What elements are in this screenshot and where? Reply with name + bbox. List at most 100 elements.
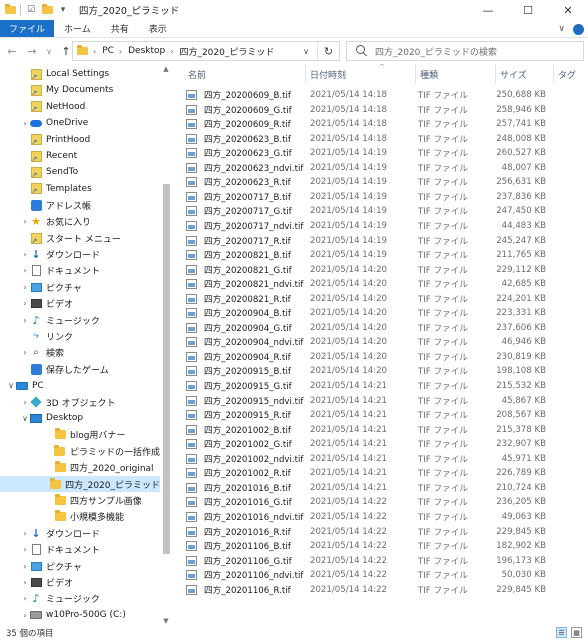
sidebar-item[interactable]: 四方_2020_original <box>0 460 160 476</box>
sidebar-item[interactable]: › ドキュメント <box>0 542 160 558</box>
sidebar-item[interactable]: › ↓ ダウンロード <box>0 525 160 541</box>
close-button[interactable]: ✕ <box>548 0 588 20</box>
chevron-right-icon[interactable]: › <box>93 47 96 56</box>
maximize-button[interactable]: ☐ <box>508 0 548 20</box>
expand-ribbon-icon[interactable]: ∨ <box>558 24 565 34</box>
tab-home[interactable]: ホーム <box>54 20 101 37</box>
tab-view[interactable]: 表示 <box>139 20 177 37</box>
search-placeholder[interactable]: 四方_2020_ピラミッドの検索 <box>375 45 497 58</box>
file-row[interactable]: 四方_20201016_ndvi.tif 2021/05/14 14:22 TIF … <box>180 510 580 524</box>
sidebar-item[interactable]: アドレス帳 <box>0 197 160 213</box>
file-row[interactable]: 四方_20200623_B.tif 2021/05/14 14:18 TIF ファイ… <box>180 132 580 146</box>
file-row[interactable]: 四方_20200915_ndvi.tif 2021/05/14 14:21 TIF … <box>180 394 580 408</box>
sidebar-item[interactable]: › ♪ ミュージック <box>0 591 160 607</box>
chevron-down-icon[interactable]: ∨ <box>20 414 30 423</box>
file-row[interactable]: 四方_20201106_G.tif 2021/05/14 14:22 TIF ファイ… <box>180 554 580 568</box>
scrollbar-thumb[interactable] <box>163 184 170 554</box>
sidebar-item[interactable]: › ピクチャ <box>0 279 160 295</box>
breadcrumb-desktop[interactable]: Desktop <box>128 46 165 56</box>
sidebar-item[interactable]: blog用バナー <box>0 427 160 443</box>
sidebar-item[interactable]: › w10Pro-500G (C:) <box>0 607 160 623</box>
column-header-type[interactable]: 種類 <box>416 64 496 84</box>
sidebar-item[interactable]: Recent <box>0 148 160 164</box>
chevron-right-icon[interactable]: › <box>20 529 30 538</box>
chevron-right-icon[interactable]: › <box>20 562 30 571</box>
file-row[interactable]: 四方_20201002_R.tif 2021/05/14 14:21 TIF ファイ… <box>180 466 580 480</box>
navigation-pane[interactable]: Local Settings My Documents NetHood › OneDri… <box>0 64 172 626</box>
sidebar-item[interactable]: › ピクチャ <box>0 558 160 574</box>
file-row[interactable]: 四方_20200915_G.tif 2021/05/14 14:21 TIF ファイ… <box>180 379 580 393</box>
file-row[interactable]: 四方_20200821_R.tif 2021/05/14 14:20 TIF ファイ… <box>180 292 580 306</box>
file-row[interactable]: 四方_20200821_ndvi.tif 2021/05/14 14:20 TIF … <box>180 277 580 291</box>
chevron-right-icon[interactable]: › <box>20 119 30 128</box>
sidebar-item[interactable]: › ♪ ミュージック <box>0 312 160 328</box>
chevron-right-icon[interactable]: › <box>20 266 30 275</box>
file-row[interactable]: 四方_20200609_R.tif 2021/05/14 14:18 TIF ファイ… <box>180 117 580 131</box>
file-row[interactable]: 四方_20201016_G.tif 2021/05/14 14:22 TIF ファイ… <box>180 495 580 509</box>
sidebar-item[interactable]: スタート メニュー <box>0 230 160 246</box>
file-row[interactable]: 四方_20200821_G.tif 2021/05/14 14:20 TIF ファイ… <box>180 263 580 277</box>
file-row[interactable]: 四方_20200915_B.tif 2021/05/14 14:20 TIF ファイ… <box>180 364 580 378</box>
sidebar-item[interactable]: › ビデオ <box>0 574 160 590</box>
chevron-right-icon[interactable]: › <box>20 578 30 587</box>
sidebar-item[interactable]: 保存したゲーム <box>0 361 160 377</box>
file-row[interactable]: 四方_20201016_B.tif 2021/05/14 14:21 TIF ファイ… <box>180 481 580 495</box>
chevron-right-icon[interactable]: › <box>20 299 30 308</box>
column-header-size[interactable]: サイズ <box>496 64 554 84</box>
sidebar-item[interactable]: NetHood <box>0 99 160 115</box>
file-row[interactable]: 四方_20200904_G.tif 2021/05/14 14:20 TIF ファイ… <box>180 321 580 335</box>
file-row[interactable]: 四方_20200717_B.tif 2021/05/14 14:19 TIF ファイ… <box>180 190 580 204</box>
tab-file[interactable]: ファイル <box>0 20 55 37</box>
sidebar-item[interactable]: ∨ PC <box>0 378 160 394</box>
sidebar-item[interactable]: 小規模多機能 <box>0 509 160 525</box>
column-header-tag[interactable]: タグ <box>554 64 588 84</box>
file-row[interactable]: 四方_20200609_G.tif 2021/05/14 14:18 TIF ファイ… <box>180 103 580 117</box>
file-row[interactable]: 四方_20200904_R.tif 2021/05/14 14:20 TIF ファイ… <box>180 350 580 364</box>
column-header-name[interactable]: 名前 <box>184 64 306 84</box>
properties-check-icon[interactable]: ☑ <box>25 5 37 15</box>
scroll-down-icon[interactable]: ▼ <box>160 616 172 626</box>
file-row[interactable]: 四方_20200717_G.tif 2021/05/14 14:19 TIF ファイ… <box>180 204 580 218</box>
sidebar-item[interactable]: ∨ Desktop <box>0 410 160 426</box>
sidebar-item[interactable]: 四方サンプル画像 <box>0 492 160 508</box>
customize-dropdown-icon[interactable]: ▾ <box>57 5 69 15</box>
file-row[interactable]: 四方_20201002_ndvi.tif 2021/05/14 14:21 TIF … <box>180 452 580 466</box>
forward-button[interactable]: → <box>24 40 40 62</box>
chevron-right-icon[interactable]: › <box>20 316 30 325</box>
tab-share[interactable]: 共有 <box>101 20 139 37</box>
file-row[interactable]: 四方_20200717_R.tif 2021/05/14 14:19 TIF ファイ… <box>180 234 580 248</box>
file-row[interactable]: 四方_20201106_ndvi.tif 2021/05/14 14:22 TIF … <box>180 568 580 582</box>
scroll-up-icon[interactable]: ▲ <box>160 64 172 74</box>
sidebar-item[interactable]: 四方_2020_ピラミッド <box>0 476 160 492</box>
file-row[interactable]: 四方_20200623_G.tif 2021/05/14 14:19 TIF ファイ… <box>180 146 580 160</box>
sidebar-item[interactable]: My Documents <box>0 82 160 98</box>
file-row[interactable]: 四方_20200904_ndvi.tif 2021/05/14 14:20 TIF … <box>180 335 580 349</box>
file-row[interactable]: 四方_20200609_B.tif 2021/05/14 14:18 TIF ファイ… <box>180 88 580 102</box>
chevron-right-icon[interactable]: › <box>20 398 30 407</box>
sidebar-item[interactable]: Local Settings <box>0 66 160 82</box>
file-row[interactable]: 四方_20200821_B.tif 2021/05/14 14:19 TIF ファイ… <box>180 248 580 262</box>
file-row[interactable]: 四方_20201002_G.tif 2021/05/14 14:21 TIF ファイ… <box>180 437 580 451</box>
chevron-right-icon[interactable]: › <box>170 47 173 56</box>
sidebar-item[interactable]: › ドキュメント <box>0 263 160 279</box>
sidebar-item[interactable]: › 3D オブジェクト <box>0 394 160 410</box>
chevron-right-icon[interactable]: › <box>20 348 30 357</box>
sidebar-item[interactable]: PrintHood <box>0 132 160 148</box>
file-row[interactable]: 四方_20200717_ndvi.tif 2021/05/14 14:19 TIF … <box>180 219 580 233</box>
file-row[interactable]: 四方_20201002_B.tif 2021/05/14 14:21 TIF ファイ… <box>180 423 580 437</box>
chevron-right-icon[interactable]: › <box>20 594 30 603</box>
chevron-right-icon[interactable]: › <box>20 217 30 226</box>
minimize-button[interactable]: — <box>468 0 508 20</box>
sidebar-item[interactable]: › ↓ ダウンロード <box>0 246 160 262</box>
file-row[interactable]: 四方_20201106_R.tif 2021/05/14 14:22 TIF ファイ… <box>180 583 580 597</box>
file-row[interactable]: 四方_20201106_B.tif 2021/05/14 14:22 TIF ファイ… <box>180 539 580 553</box>
file-row[interactable]: 四方_20200623_ndvi.tif 2021/05/14 14:19 TIF … <box>180 161 580 175</box>
sidebar-item[interactable]: › ★ お気に入り <box>0 214 160 230</box>
chevron-right-icon[interactable]: › <box>119 47 122 56</box>
breadcrumb-current-folder[interactable]: 四方_2020_ピラミッド <box>179 45 274 58</box>
chevron-down-icon[interactable]: ∨ <box>6 381 16 390</box>
address-dropdown-icon[interactable]: ∨ <box>299 42 313 60</box>
file-row[interactable]: 四方_20200904_B.tif 2021/05/14 14:20 TIF ファイ… <box>180 306 580 320</box>
address-bar[interactable]: › PC › Desktop › 四方_2020_ピラミッド ∨ ↻ <box>72 41 340 61</box>
file-row[interactable]: 四方_20200623_R.tif 2021/05/14 14:19 TIF ファイ… <box>180 175 580 189</box>
